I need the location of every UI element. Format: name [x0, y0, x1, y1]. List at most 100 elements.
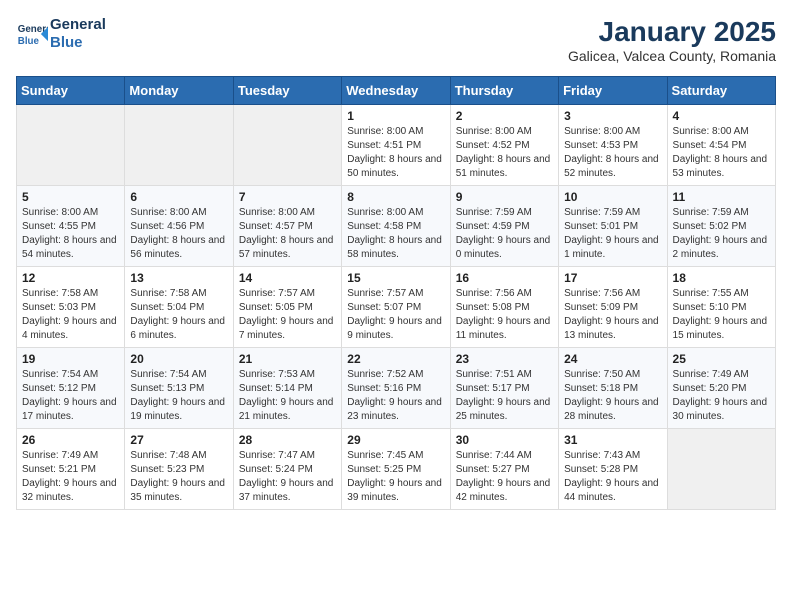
location: Galicea, Valcea County, Romania: [568, 48, 776, 64]
calendar-cell: 17Sunrise: 7:56 AMSunset: 5:09 PMDayligh…: [559, 267, 667, 348]
calendar-cell: 24Sunrise: 7:50 AMSunset: 5:18 PMDayligh…: [559, 348, 667, 429]
calendar-cell: 28 Sunrise: 7:47 AMSunset: 5:24 PMDayligh…: [233, 429, 341, 510]
day-info: Sunrise: 7:52 AMSunset: 5:16 PMDaylight:…: [347, 368, 444, 424]
calendar-cell: 7Sunrise: 8:00 AMSunset: 4:57 PMDaylight…: [233, 186, 341, 267]
day-info: Sunrise: 7:55 AMSunset: 5:10 PMDaylight:…: [673, 287, 770, 343]
day-info: Sunrise: 8:00 AMSunset: 4:51 PMDaylight:…: [347, 125, 444, 181]
calendar-week-2: 5Sunrise: 8:00 AMSunset: 4:55 PMDaylight…: [17, 186, 776, 267]
calendar-cell: [17, 105, 125, 186]
calendar-cell: 21 Sunrise: 7:53 AMSunset: 5:14 PMDayligh…: [233, 348, 341, 429]
weekday-header-wednesday: Wednesday: [342, 77, 450, 105]
calendar-cell: 30 Sunrise: 7:44 AMSunset: 5:27 PMDayligh…: [450, 429, 558, 510]
day-info: Sunrise: 7:57 AMSunset: 5:07 PMDaylight:…: [347, 287, 444, 343]
day-number: 7: [239, 190, 336, 204]
weekday-header-thursday: Thursday: [450, 77, 558, 105]
day-info: Sunrise: 7:50 AMSunset: 5:18 PMDaylight:…: [564, 368, 661, 424]
day-info: Sunrise: 7:44 AMSunset: 5:27 PMDaylight:…: [456, 449, 553, 505]
weekday-header-saturday: Saturday: [667, 77, 775, 105]
day-number: 16: [456, 271, 553, 285]
day-number: 22: [347, 352, 444, 366]
calendar-header-row: SundayMondayTuesdayWednesdayThursdayFrid…: [17, 77, 776, 105]
month-title: January 2025: [568, 16, 776, 48]
day-number: 18: [673, 271, 770, 285]
day-info: Sunrise: 8:00 AMSunset: 4:58 PMDaylight:…: [347, 206, 444, 262]
day-info: Sunrise: 7:49 AMSunset: 5:20 PMDaylight:…: [673, 368, 770, 424]
calendar-cell: 31 Sunrise: 7:43 AMSunset: 5:28 PMDayligh…: [559, 429, 667, 510]
day-number: 29: [347, 433, 444, 447]
day-info: Sunrise: 7:51 AMSunset: 5:17 PMDaylight:…: [456, 368, 553, 424]
calendar-week-5: 26 Sunrise: 7:49 AMSunset: 5:21 PMDayligh…: [17, 429, 776, 510]
page-header: General Blue General Blue January 2025 G…: [16, 16, 776, 64]
day-number: 11: [673, 190, 770, 204]
day-number: 20: [130, 352, 227, 366]
calendar-week-1: 1 Sunrise: 8:00 AMSunset: 4:51 PMDaylight…: [17, 105, 776, 186]
calendar-cell: 2 Sunrise: 8:00 AMSunset: 4:52 PMDaylight…: [450, 105, 558, 186]
calendar-cell: 5Sunrise: 8:00 AMSunset: 4:55 PMDaylight…: [17, 186, 125, 267]
day-number: 26: [22, 433, 119, 447]
day-number: 30: [456, 433, 553, 447]
day-number: 2: [456, 109, 553, 123]
calendar-week-3: 12 Sunrise: 7:58 AMSunset: 5:03 PMDayligh…: [17, 267, 776, 348]
day-number: 13: [130, 271, 227, 285]
calendar-cell: [667, 429, 775, 510]
day-number: 10: [564, 190, 661, 204]
day-number: 3: [564, 109, 661, 123]
calendar-cell: 18 Sunrise: 7:55 AMSunset: 5:10 PMDayligh…: [667, 267, 775, 348]
calendar-cell: 12 Sunrise: 7:58 AMSunset: 5:03 PMDayligh…: [17, 267, 125, 348]
logo: General Blue General Blue: [16, 16, 106, 52]
weekday-header-friday: Friday: [559, 77, 667, 105]
day-info: Sunrise: 7:59 AMSunset: 4:59 PMDaylight:…: [456, 206, 553, 262]
day-number: 6: [130, 190, 227, 204]
day-number: 21: [239, 352, 336, 366]
day-info: Sunrise: 7:58 AMSunset: 5:04 PMDaylight:…: [130, 287, 227, 343]
calendar-cell: [233, 105, 341, 186]
day-info: Sunrise: 7:49 AMSunset: 5:21 PMDaylight:…: [22, 449, 119, 505]
svg-text:Blue: Blue: [18, 36, 40, 47]
day-number: 28: [239, 433, 336, 447]
weekday-header-monday: Monday: [125, 77, 233, 105]
calendar-cell: 11Sunrise: 7:59 AMSunset: 5:02 PMDayligh…: [667, 186, 775, 267]
day-info: Sunrise: 7:48 AMSunset: 5:23 PMDaylight:…: [130, 449, 227, 505]
day-number: 15: [347, 271, 444, 285]
day-info: Sunrise: 8:00 AMSunset: 4:52 PMDaylight:…: [456, 125, 553, 181]
day-info: Sunrise: 7:54 AMSunset: 5:12 PMDaylight:…: [22, 368, 119, 424]
day-info: Sunrise: 7:56 AMSunset: 5:09 PMDaylight:…: [564, 287, 661, 343]
calendar-cell: 6Sunrise: 8:00 AMSunset: 4:56 PMDaylight…: [125, 186, 233, 267]
logo-icon: General Blue: [16, 18, 48, 50]
day-info: Sunrise: 7:43 AMSunset: 5:28 PMDaylight:…: [564, 449, 661, 505]
calendar-cell: 16Sunrise: 7:56 AMSunset: 5:08 PMDayligh…: [450, 267, 558, 348]
calendar-cell: 4 Sunrise: 8:00 AMSunset: 4:54 PMDaylight…: [667, 105, 775, 186]
day-number: 27: [130, 433, 227, 447]
calendar-cell: 29 Sunrise: 7:45 AMSunset: 5:25 PMDayligh…: [342, 429, 450, 510]
calendar-cell: 3 Sunrise: 8:00 AMSunset: 4:53 PMDaylight…: [559, 105, 667, 186]
calendar-cell: 10Sunrise: 7:59 AMSunset: 5:01 PMDayligh…: [559, 186, 667, 267]
day-number: 1: [347, 109, 444, 123]
weekday-header-tuesday: Tuesday: [233, 77, 341, 105]
calendar-cell: 9Sunrise: 7:59 AMSunset: 4:59 PMDaylight…: [450, 186, 558, 267]
day-number: 31: [564, 433, 661, 447]
day-info: Sunrise: 8:00 AMSunset: 4:53 PMDaylight:…: [564, 125, 661, 181]
calendar-cell: 27 Sunrise: 7:48 AMSunset: 5:23 PMDayligh…: [125, 429, 233, 510]
day-info: Sunrise: 7:45 AMSunset: 5:25 PMDaylight:…: [347, 449, 444, 505]
calendar-cell: 19 Sunrise: 7:54 AMSunset: 5:12 PMDayligh…: [17, 348, 125, 429]
day-info: Sunrise: 7:53 AMSunset: 5:14 PMDaylight:…: [239, 368, 336, 424]
day-number: 19: [22, 352, 119, 366]
day-number: 4: [673, 109, 770, 123]
day-info: Sunrise: 8:00 AMSunset: 4:54 PMDaylight:…: [673, 125, 770, 181]
calendar-cell: 26 Sunrise: 7:49 AMSunset: 5:21 PMDayligh…: [17, 429, 125, 510]
day-number: 8: [347, 190, 444, 204]
day-info: Sunrise: 7:54 AMSunset: 5:13 PMDaylight:…: [130, 368, 227, 424]
day-number: 23: [456, 352, 553, 366]
day-info: Sunrise: 7:47 AMSunset: 5:24 PMDaylight:…: [239, 449, 336, 505]
logo-text-blue: Blue: [50, 34, 106, 52]
day-info: Sunrise: 7:58 AMSunset: 5:03 PMDaylight:…: [22, 287, 119, 343]
day-number: 12: [22, 271, 119, 285]
calendar-table: SundayMondayTuesdayWednesdayThursdayFrid…: [16, 76, 776, 510]
weekday-header-sunday: Sunday: [17, 77, 125, 105]
day-number: 5: [22, 190, 119, 204]
calendar-cell: 20 Sunrise: 7:54 AMSunset: 5:13 PMDayligh…: [125, 348, 233, 429]
title-block: January 2025 Galicea, Valcea County, Rom…: [568, 16, 776, 64]
calendar-cell: [125, 105, 233, 186]
calendar-cell: 1 Sunrise: 8:00 AMSunset: 4:51 PMDaylight…: [342, 105, 450, 186]
calendar-cell: 8 Sunrise: 8:00 AMSunset: 4:58 PMDaylight…: [342, 186, 450, 267]
